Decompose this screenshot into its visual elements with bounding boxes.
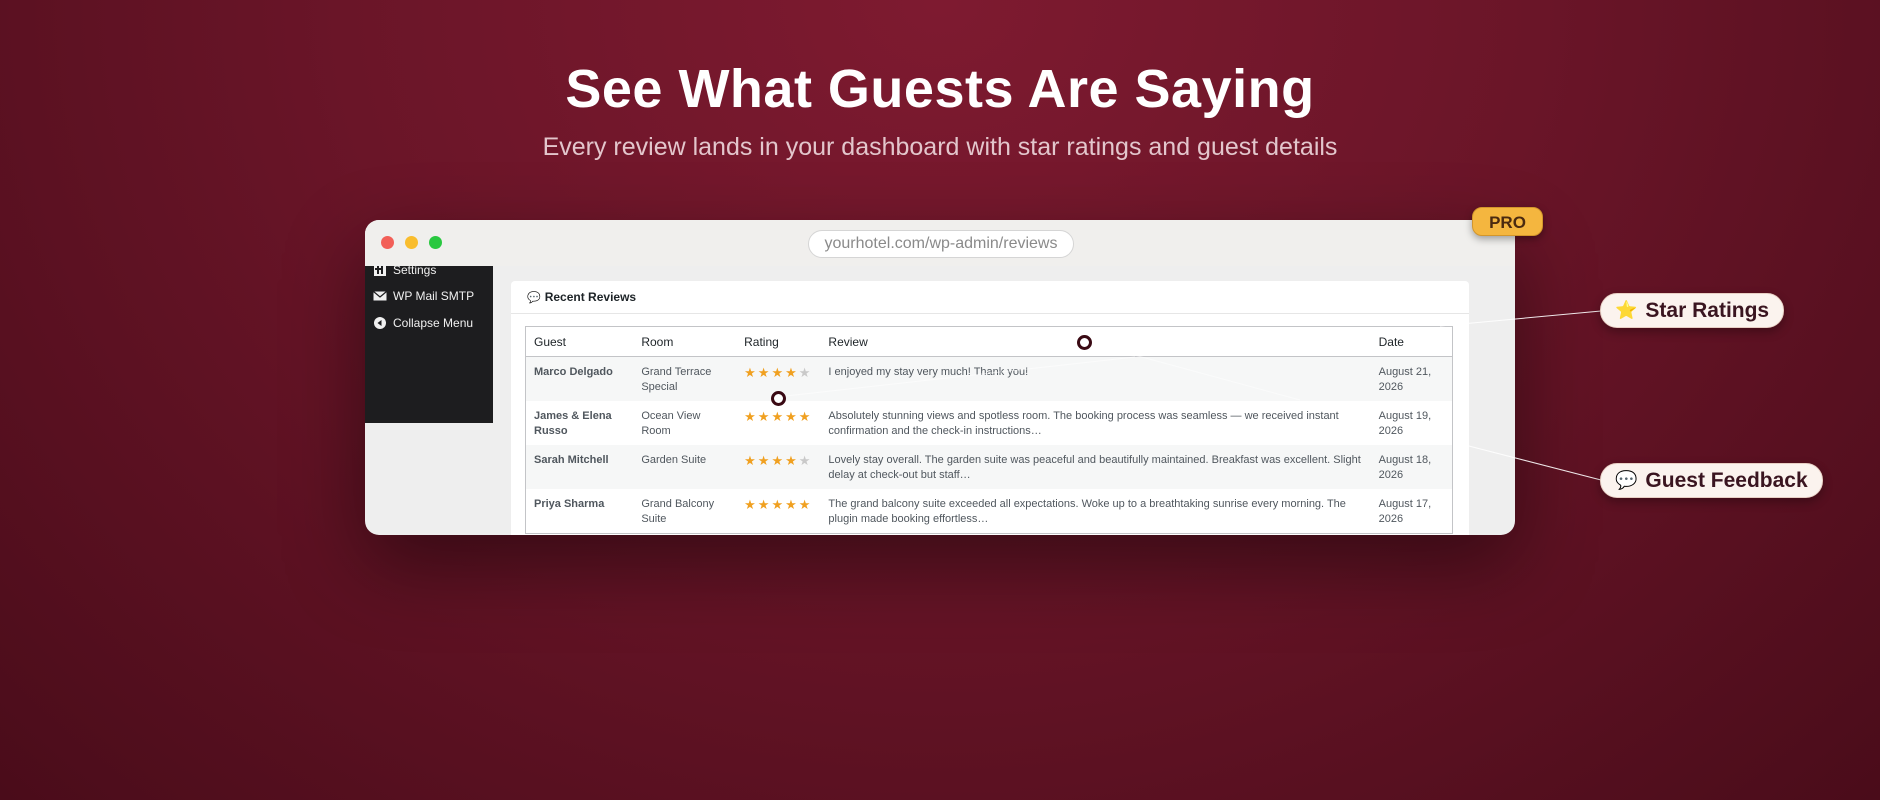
annotation-connector [1082, 340, 1301, 401]
guest-feedback-connector [1464, 444, 1602, 481]
callout-label: Star Ratings [1645, 298, 1770, 322]
callout-label: Guest Feedback [1645, 468, 1808, 492]
guest-feedback-callout: 💬 Guest Feedback [1600, 463, 1823, 498]
callout-connector-lines [776, 310, 1602, 481]
annotation-pin[interactable] [1077, 335, 1092, 350]
speech-bubble-icon: 💬 [1615, 470, 1638, 490]
pro-badge: PRO [1472, 207, 1543, 236]
star-ratings-callout: ⭐ Star Ratings [1600, 293, 1785, 328]
annotation-pin[interactable] [771, 391, 786, 406]
star-ratings-connector [1439, 310, 1602, 327]
annotation-connector [776, 356, 1136, 398]
star-icon: ⭐ [1615, 300, 1638, 320]
